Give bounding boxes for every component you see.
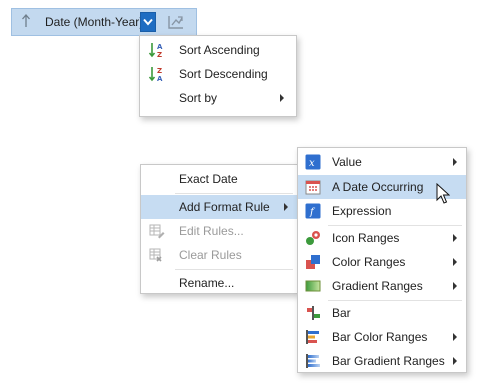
bar-label: Bar (332, 306, 351, 320)
svg-text:x: x (309, 158, 315, 169)
calendar-icon (305, 179, 321, 195)
exact-date-item[interactable]: Exact Date (141, 167, 297, 191)
submenu-arrow-icon (453, 282, 457, 290)
submenu-arrow-icon (280, 94, 284, 102)
mouse-cursor-icon (436, 182, 451, 205)
icon-ranges-label: Icon Ranges (332, 231, 400, 245)
sort-descending-icon: Z A (148, 66, 164, 83)
sort-ascending-item[interactable]: A Z Sort Ascending (140, 38, 296, 62)
format-rule-submenu: x Value A Date Occurring f Expression Ic… (297, 147, 467, 373)
bar-color-ranges-label: Bar Color Ranges (332, 330, 428, 344)
gradient-ranges-label: Gradient Ranges (332, 279, 423, 293)
submenu-arrow-icon (453, 158, 457, 166)
clear-rules-label: Clear Rules (179, 248, 242, 262)
color-ranges-label: Color Ranges (332, 255, 406, 269)
clear-rules-icon (149, 247, 165, 263)
separator (175, 193, 293, 194)
icon-ranges-icon (305, 230, 321, 246)
gradient-ranges-item[interactable]: Gradient Ranges (298, 274, 466, 298)
separator (175, 269, 293, 270)
chevron-down-icon (143, 18, 153, 26)
chart-options-icon[interactable] (167, 14, 185, 33)
svg-text:A: A (157, 75, 163, 82)
gradient-ranges-icon (305, 278, 321, 294)
field-pill[interactable]: Date (Month-Year) (11, 8, 197, 36)
color-ranges-item[interactable]: Color Ranges (298, 250, 466, 274)
exact-date-label: Exact Date (179, 172, 238, 186)
svg-text:Z: Z (157, 51, 162, 58)
svg-text:Z: Z (157, 67, 162, 75)
sort-descending-label: Sort Descending (179, 67, 268, 81)
expression-label: Expression (332, 204, 392, 218)
value-item[interactable]: x Value (298, 150, 466, 174)
expression-icon: f (305, 203, 321, 219)
add-format-rule-item[interactable]: Add Format Rule (141, 195, 297, 219)
bar-gradient-ranges-label: Bar Gradient Ranges (332, 354, 445, 368)
bar-item[interactable]: Bar (298, 301, 466, 325)
edit-rules-icon (149, 223, 165, 239)
field-dropdown-button[interactable] (140, 12, 156, 32)
submenu-arrow-icon (453, 333, 457, 341)
color-ranges-icon (305, 254, 321, 270)
field-label: Date (Month-Year) (45, 15, 144, 29)
value-icon: x (305, 154, 321, 170)
submenu-arrow-icon (453, 234, 457, 242)
bar-icon (305, 305, 321, 321)
bar-gradient-ranges-item[interactable]: Bar Gradient Ranges (298, 349, 466, 373)
svg-text:A: A (157, 43, 163, 51)
sort-by-item[interactable]: Sort by (140, 86, 296, 110)
bar-color-ranges-item[interactable]: Bar Color Ranges (298, 325, 466, 349)
rename-label: Rename... (179, 276, 235, 290)
submenu-arrow-icon (453, 258, 457, 266)
submenu-arrow-icon (284, 203, 288, 211)
sort-ascending-label: Sort Ascending (179, 43, 260, 57)
sort-by-label: Sort by (179, 91, 218, 105)
date-occurring-label: A Date Occurring (332, 180, 424, 194)
submenu-arrow-icon (453, 357, 457, 365)
bar-color-ranges-icon (305, 329, 321, 345)
rename-item[interactable]: Rename... (141, 271, 297, 295)
sort-descending-item[interactable]: Z A Sort Descending (140, 62, 296, 86)
sort-menu: A Z Sort Ascending Z A Sort Descending S… (139, 35, 297, 117)
edit-rules-label: Edit Rules... (179, 224, 244, 238)
add-format-rule-label: Add Format Rule (179, 200, 270, 214)
edit-rules-item: Edit Rules... (141, 219, 297, 243)
icon-ranges-item[interactable]: Icon Ranges (298, 226, 466, 250)
sort-up-arrow-icon[interactable] (20, 14, 32, 30)
context-menu: Exact Date Add Format Rule Edit Rules...… (140, 164, 298, 294)
value-label: Value (332, 155, 362, 169)
clear-rules-item: Clear Rules (141, 243, 297, 267)
bar-gradient-ranges-icon (305, 353, 321, 369)
sort-ascending-icon: A Z (148, 42, 164, 59)
